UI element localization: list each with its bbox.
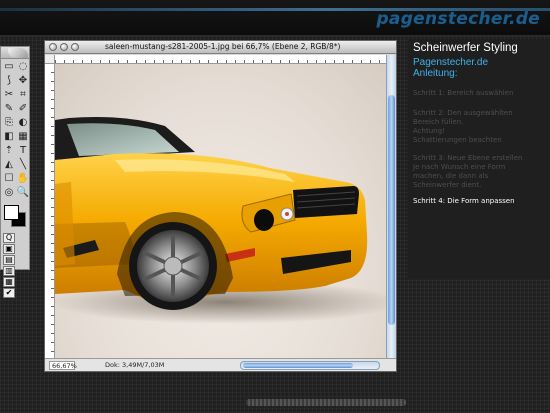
slice-tool-icon[interactable]: ✂ (2, 88, 16, 102)
car-photo (55, 117, 387, 324)
document-title: saleen-mustang-s281-2005-1.jpg bei 66,7%… (105, 42, 341, 51)
pencil-tool-icon[interactable]: ✐ (16, 102, 30, 116)
gradient-tool-icon[interactable]: ▦ (16, 130, 30, 144)
screen-mode-3-button[interactable]: ▦ (3, 277, 15, 287)
marquee-tool-icon[interactable]: ▭ (2, 60, 16, 74)
panel-title: Scheinwerfer Styling (413, 42, 518, 54)
history-tool-icon[interactable]: ◐ (16, 116, 30, 130)
type-tool-icon[interactable]: T (16, 144, 30, 158)
step-3-line-4: Scheinwerfer dient. (413, 181, 482, 189)
horizontal-ruler[interactable] (55, 55, 387, 64)
eraser-tool-icon[interactable]: ◧ (2, 130, 16, 144)
brush-tool-icon[interactable]: ✎ (2, 102, 16, 116)
top-banner: pagenstecher.de (0, 0, 550, 36)
hand-tool-icon[interactable]: ✋ (16, 172, 30, 186)
crop-tool-icon[interactable]: ⟆ (2, 74, 16, 88)
pen-tool-icon[interactable]: ◭ (2, 158, 16, 172)
line-tool-icon[interactable]: ╲ (16, 158, 30, 172)
foreground-color-swatch[interactable] (4, 205, 19, 220)
photoshop-toolbox: ▭ ◌ ⟆ ✥ ✂ ⌗ ✎ ✐ ⎘ ◐ ◧ ▦ ⇡ T ◭ ╲ ☐ ✋ ◎ 🔍 Q ▣ ▤ ▥ ▦ ✔ (0, 46, 30, 298)
window-controls (49, 43, 79, 51)
tool-grid: ▭ ◌ ⟆ ✥ ✂ ⌗ ✎ ✐ ⎘ ◐ ◧ ▦ ⇡ T ◭ ╲ ☐ ✋ ◎ 🔍 (1, 59, 29, 201)
step-2: Schritt 2: Den ausgewählten Bereich füll… (413, 109, 550, 145)
move-tool-icon[interactable]: ✥ (16, 74, 30, 88)
vertical-ruler[interactable] (45, 64, 55, 359)
document-titlebar[interactable]: saleen-mustang-s281-2005-1.jpg bei 66,7%… (45, 41, 396, 54)
photoshop-feather-icon (8, 48, 28, 58)
vertical-scroll-thumb[interactable] (388, 95, 395, 325)
color-swatches (1, 203, 29, 231)
lasso-tool-icon[interactable]: ◌ (16, 60, 30, 74)
vertical-scrollbar[interactable] (386, 55, 396, 359)
shape-tool-icon[interactable]: ☐ (2, 172, 16, 186)
document-size[interactable]: Dok: 3,49M/7,03M (105, 361, 164, 370)
standard-mode-button[interactable]: ▣ (3, 244, 15, 254)
decorative-stripe (246, 399, 406, 406)
close-button[interactable] (49, 43, 57, 51)
zoom-tool-icon[interactable]: 🔍 (16, 186, 30, 200)
instruction-panel: Scheinwerfer Styling Pagenstecher.de Anl… (408, 39, 550, 279)
step-3-line-1: Schritt 3: Neue Ebene erstellen (413, 154, 523, 162)
zoom-field[interactable]: 66,67% (49, 361, 77, 370)
step-4-line: Schritt 4: Die Form anpassen (413, 197, 515, 205)
step-3-line-2: Je nach Wunsch eine Form (413, 163, 506, 171)
document-window: saleen-mustang-s281-2005-1.jpg bei 66,7%… (44, 40, 397, 372)
eyedropper-tool-icon[interactable]: ◎ (2, 186, 16, 200)
screen-mode-2-button[interactable]: ▥ (3, 266, 15, 276)
step-4: Schritt 4: Die Form anpassen (413, 197, 550, 206)
site-brand-logo[interactable]: pagenstecher.de (376, 9, 540, 29)
toolbox-header (1, 47, 29, 59)
step-2-line-1: Schritt 2: Den ausgewählten (413, 109, 513, 117)
path-tool-icon[interactable]: ⇡ (2, 144, 16, 158)
horizontal-scrollbar[interactable] (240, 361, 380, 370)
step-1-line: Schritt 1: Bereich auswählen (413, 89, 514, 97)
image-canvas[interactable] (55, 64, 387, 359)
quickmask-button[interactable]: Q (3, 233, 15, 243)
step-3-line-3: machen, die dann als (413, 172, 489, 180)
minimize-button[interactable] (60, 43, 68, 51)
panel-source: Pagenstecher.de (413, 57, 489, 68)
heal-tool-icon[interactable]: ⌗ (16, 88, 30, 102)
status-bar: 66,67% Dok: 3,49M/7,03M (45, 358, 396, 371)
zoom-button[interactable] (71, 43, 79, 51)
step-3: Schritt 3: Neue Ebene erstellen Je nach … (413, 154, 550, 190)
screen-mode-1-button[interactable]: ▤ (3, 255, 15, 265)
toolbox-mode-buttons: Q ▣ ▤ ▥ ▦ ✔ (1, 231, 29, 300)
ruler-origin[interactable] (45, 55, 55, 64)
imageready-button[interactable]: ✔ (3, 288, 15, 298)
step-2-line-3: Achtung! (413, 127, 445, 135)
horizontal-scroll-thumb[interactable] (243, 363, 353, 368)
panel-heading: Anleitung: (413, 68, 458, 79)
step-2-line-2: Bereich füllen. (413, 118, 464, 126)
step-2-line-4: Schattierungen beachten (413, 136, 502, 144)
stamp-tool-icon[interactable]: ⎘ (2, 116, 16, 130)
step-1: Schritt 1: Bereich auswählen (413, 89, 550, 98)
